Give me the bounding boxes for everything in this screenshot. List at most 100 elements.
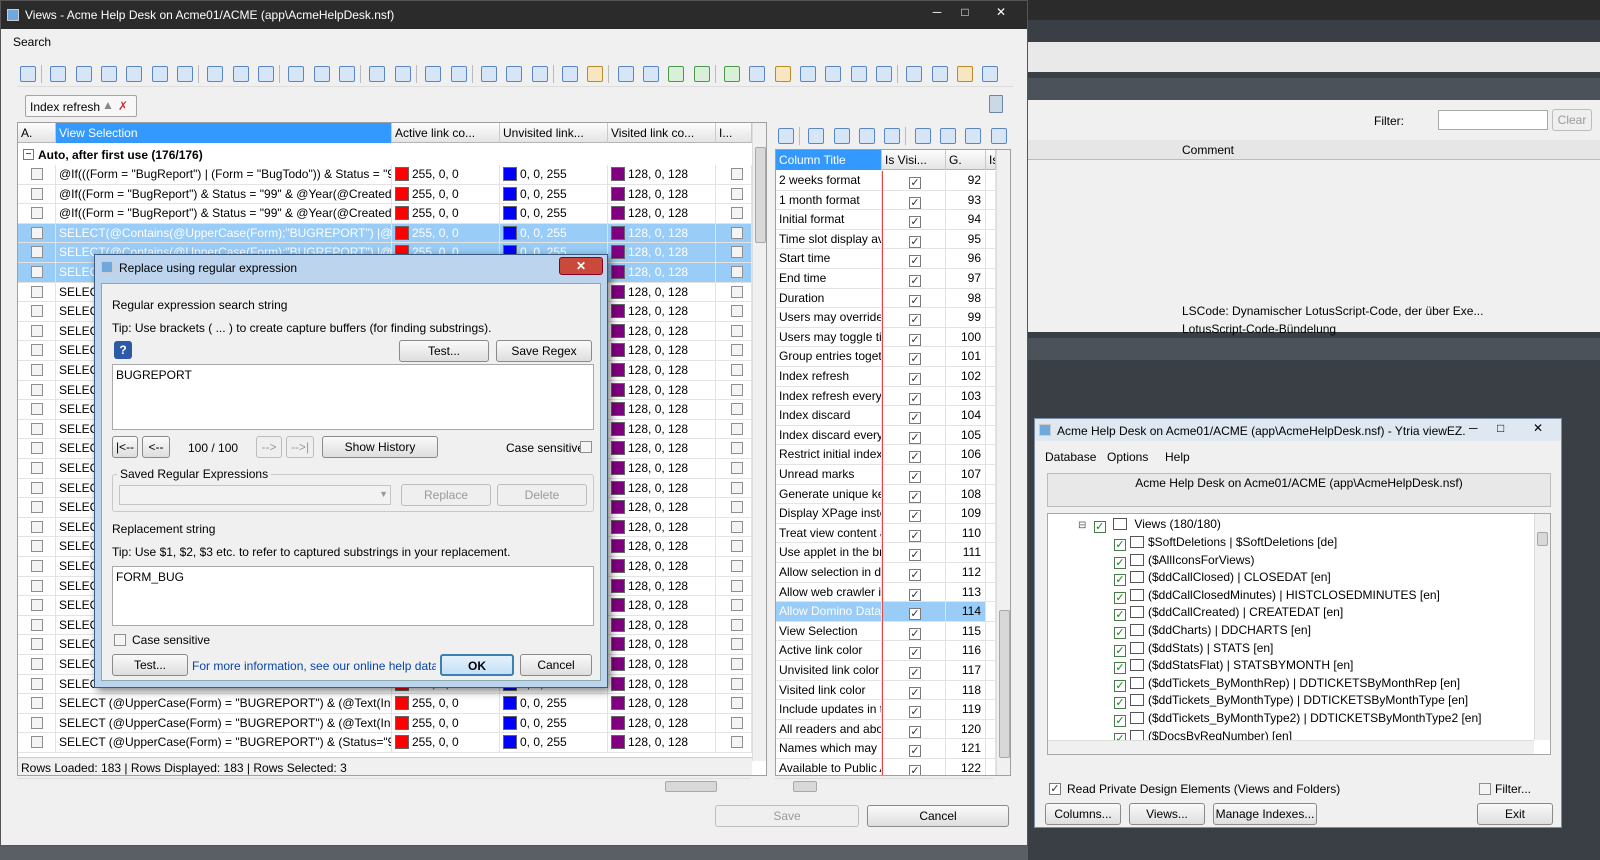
active-link-color-cell[interactable]: 255, 0, 0 xyxy=(392,713,500,733)
row-checkbox[interactable] xyxy=(31,305,43,318)
is-visible-checkbox[interactable]: ✓ xyxy=(909,451,921,464)
case-sensitive-checkbox-2[interactable] xyxy=(114,634,126,646)
is-visible-checkbox[interactable]: ✓ xyxy=(909,765,921,775)
test-replace-button[interactable]: Test... xyxy=(112,654,188,676)
is-cell[interactable] xyxy=(986,680,996,700)
i-checkbox[interactable] xyxy=(731,520,743,533)
is-visible-cell[interactable]: ✓ xyxy=(882,386,946,406)
row-checkbox-cell[interactable] xyxy=(18,321,56,341)
visited-link-color-cell[interactable]: 128, 0, 128 xyxy=(608,361,716,380)
is-visible-checkbox[interactable]: ✓ xyxy=(909,333,921,346)
i-cell[interactable] xyxy=(716,615,752,635)
active-link-color-cell[interactable]: 255, 0, 0 xyxy=(392,184,500,204)
is-visible-checkbox[interactable]: ✓ xyxy=(909,686,921,699)
row-checkbox[interactable] xyxy=(31,579,43,592)
columns2-icon[interactable] xyxy=(232,66,249,82)
is-visible-cell[interactable]: ✓ xyxy=(882,269,946,288)
active-link-color-cell[interactable]: 255, 0, 0 xyxy=(392,165,500,184)
visited-link-color-cell[interactable]: 128, 0, 128 xyxy=(608,380,716,400)
column-number-cell[interactable]: 106 xyxy=(946,445,986,465)
is-visible-checkbox[interactable]: ✓ xyxy=(909,529,921,542)
i-checkbox[interactable] xyxy=(731,442,743,455)
visited-link-color-cell[interactable]: 128, 0, 128 xyxy=(608,615,716,635)
column-row[interactable]: Unvisited link color ✓ 117 xyxy=(776,661,996,681)
i-checkbox[interactable] xyxy=(731,560,743,572)
tree-item[interactable]: ✓ ($ddStats) | STATS [en] xyxy=(1114,640,1273,658)
columns3-icon[interactable] xyxy=(258,66,275,82)
column-row[interactable]: Users may toggle tir ✓ 100 xyxy=(776,327,996,348)
is-cell[interactable] xyxy=(986,406,996,426)
row-checkbox-cell[interactable] xyxy=(18,361,56,380)
sort-icon[interactable] xyxy=(126,66,143,82)
is-cell[interactable] xyxy=(986,229,996,249)
unvisited-link-color-cell[interactable]: 0, 0, 255 xyxy=(500,733,608,753)
is-cell[interactable] xyxy=(986,445,996,465)
menu-search[interactable]: Search xyxy=(1,29,57,54)
menu-help[interactable]: Help xyxy=(1165,450,1190,464)
is-visible-cell[interactable]: ✓ xyxy=(882,445,946,465)
column-row[interactable]: Index discard ✓ 104 xyxy=(776,406,996,426)
replace-saved-button[interactable]: Replace xyxy=(401,484,491,506)
row-checkbox-cell[interactable] xyxy=(18,517,56,537)
column-row[interactable]: Unread marks ✓ 107 xyxy=(776,465,996,485)
visited-link-color-cell[interactable]: 128, 0, 128 xyxy=(608,576,716,596)
i-checkbox[interactable] xyxy=(731,207,743,220)
column-row[interactable]: Use applet in the bro ✓ 111 xyxy=(776,543,996,563)
column-number-cell[interactable]: 94 xyxy=(946,210,986,230)
table-row[interactable]: SELECT (@UpperCase(Form) = "BUGREPORT") … xyxy=(18,713,752,734)
column-row[interactable]: Allow selection in d ✓ 112 xyxy=(776,563,996,583)
tree-item-checkbox[interactable]: ✓ xyxy=(1114,715,1126,727)
i-checkbox[interactable] xyxy=(731,324,743,337)
column-title-cell[interactable]: Allow web crawler in xyxy=(776,582,882,602)
is-visible-cell[interactable]: ✓ xyxy=(882,229,946,249)
row-checkbox-cell[interactable] xyxy=(18,243,56,263)
row-checkbox-cell[interactable] xyxy=(18,733,56,753)
visited-link-color-cell[interactable]: 128, 0, 128 xyxy=(608,557,716,576)
is-visible-checkbox[interactable]: ✓ xyxy=(909,510,921,523)
col-column-title-header[interactable]: Column Title xyxy=(776,150,882,170)
i-cell[interactable] xyxy=(716,557,752,576)
tree-item-checkbox[interactable]: ✓ xyxy=(1114,679,1126,692)
is-cell[interactable] xyxy=(986,171,996,190)
visited-link-color-cell[interactable]: 128, 0, 128 xyxy=(608,655,716,674)
is-visible-cell[interactable]: ✓ xyxy=(882,327,946,347)
row-checkbox[interactable] xyxy=(31,677,43,690)
row-checkbox-cell[interactable] xyxy=(18,615,56,635)
unvisited-link-color-cell[interactable]: 0, 0, 255 xyxy=(500,184,608,204)
paste-icon[interactable] xyxy=(339,66,356,82)
col-active-link-header[interactable]: Active link co... xyxy=(392,123,500,143)
visited-link-color-cell[interactable]: 128, 0, 128 xyxy=(608,184,716,204)
view-selection-cell[interactable]: SELECT (@UpperCase(Form) = "BUGREPORT") … xyxy=(56,713,392,733)
is-visible-cell[interactable]: ✓ xyxy=(882,602,946,622)
column-number-cell[interactable]: 119 xyxy=(946,700,986,720)
column-title-cell[interactable]: 2 weeks format xyxy=(776,171,882,190)
visited-link-color-cell[interactable]: 128, 0, 128 xyxy=(608,674,716,694)
column-row[interactable]: Allow web crawler in ✓ 113 xyxy=(776,582,996,603)
row-checkbox-cell[interactable] xyxy=(18,341,56,361)
visited-link-color-cell[interactable]: 128, 0, 128 xyxy=(608,537,716,557)
column-number-cell[interactable]: 117 xyxy=(946,661,986,680)
is-visible-cell[interactable]: ✓ xyxy=(882,563,946,582)
is-visible-cell[interactable]: ✓ xyxy=(882,641,946,661)
left-vertical-scrollbar[interactable] xyxy=(752,123,766,761)
column-title-cell[interactable]: Use applet in the bro xyxy=(776,543,882,563)
is-visible-cell[interactable]: ✓ xyxy=(882,543,946,563)
move-down-icon[interactable] xyxy=(965,128,982,144)
is-visible-cell[interactable]: ✓ xyxy=(882,621,946,641)
i-cell[interactable] xyxy=(716,204,752,224)
i-checkbox[interactable] xyxy=(731,736,743,749)
i-checkbox[interactable] xyxy=(731,481,743,494)
column-number-cell[interactable]: 109 xyxy=(946,504,986,524)
column-title-cell[interactable]: Index discard every : xyxy=(776,425,882,445)
is-visible-cell[interactable]: ✓ xyxy=(882,308,946,328)
i-checkbox[interactable] xyxy=(731,305,743,318)
table-row[interactable]: SELECT (@UpperCase(Form) = "BUGREPORT") … xyxy=(18,694,752,714)
column-row[interactable]: Index refresh every x ✓ 103 xyxy=(776,386,996,407)
tree-item-checkbox[interactable]: ✓ xyxy=(1114,591,1126,604)
move-top-icon[interactable] xyxy=(914,128,931,144)
gear-icon[interactable] xyxy=(931,66,948,82)
dialog-close-button[interactable]: ✕ xyxy=(559,257,603,275)
list-remove-icon[interactable] xyxy=(833,128,850,144)
column-row[interactable]: Time slot display av ✓ 95 xyxy=(776,229,996,250)
case-sensitive-checkbox[interactable] xyxy=(580,441,592,453)
